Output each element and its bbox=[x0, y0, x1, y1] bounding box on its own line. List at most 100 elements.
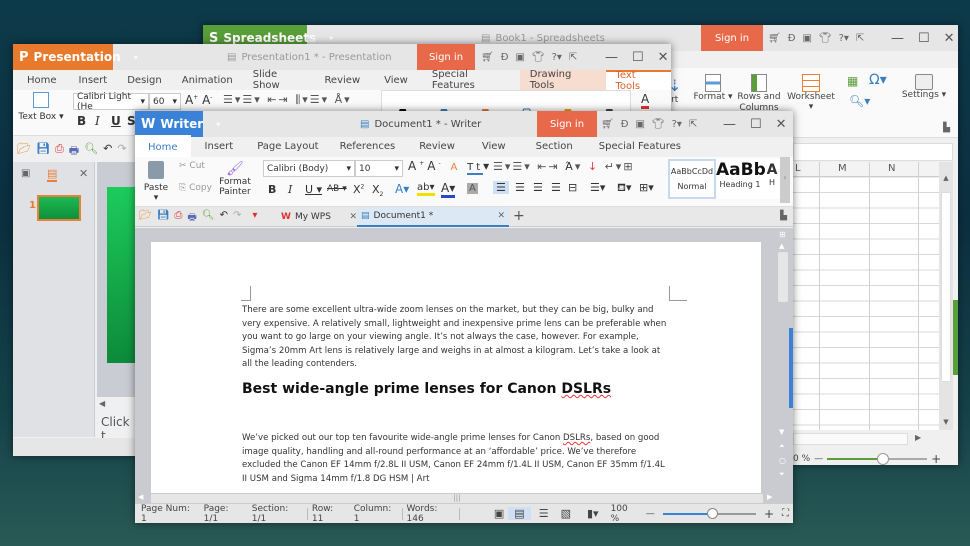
outline-view-icon[interactable]: ▣ bbox=[21, 168, 30, 179]
column-header[interactable]: N bbox=[888, 163, 895, 174]
style-heading-2[interactable]: A H bbox=[764, 159, 780, 199]
writer-sign-in-button[interactable]: Sign in bbox=[537, 111, 597, 137]
shirt-icon[interactable]: 👕︎ bbox=[532, 52, 545, 63]
close-tab-icon[interactable]: ✕ bbox=[349, 212, 357, 222]
bold-icon[interactable]: B bbox=[77, 114, 86, 128]
close-icon[interactable]: ✕ bbox=[776, 117, 787, 132]
export-icon[interactable]: ⎙ bbox=[55, 142, 64, 161]
zoom-out-icon[interactable]: — bbox=[642, 509, 659, 519]
scroll-right-icon[interactable]: ▶ bbox=[767, 493, 772, 501]
zoom-slider[interactable] bbox=[662, 507, 756, 519]
web-view-icon[interactable]: ▧ bbox=[557, 507, 575, 520]
fullscreen-view-icon[interactable]: ▣ bbox=[490, 507, 508, 520]
highlight-icon[interactable]: ab▾ bbox=[417, 182, 435, 196]
open-icon[interactable]: 📂︎ bbox=[17, 142, 31, 161]
format-button[interactable]: Format ▾ bbox=[693, 74, 733, 102]
open-icon[interactable]: 📂︎ bbox=[139, 210, 152, 227]
symbol-icon[interactable]: Ω▾ bbox=[869, 72, 887, 88]
shirt-icon[interactable]: 👕︎ bbox=[652, 119, 665, 130]
scroll-left-icon[interactable]: ◀ bbox=[138, 493, 143, 501]
char-shading-icon[interactable]: A bbox=[467, 183, 478, 194]
text-box-button[interactable]: Text Box ▾ bbox=[17, 92, 65, 122]
sheet-side-toggle[interactable] bbox=[953, 300, 958, 375]
cut-button[interactable]: ✂ Cut bbox=[179, 161, 205, 171]
spreadsheets-sign-in-button[interactable]: Sign in bbox=[701, 25, 763, 51]
outline-view-icon[interactable]: ☰ bbox=[531, 507, 557, 520]
minimize-icon[interactable]: — bbox=[891, 31, 904, 46]
print-icon[interactable]: 🖶︎ bbox=[69, 142, 79, 161]
superscript-icon[interactable]: X2 bbox=[353, 183, 364, 196]
worksheet-button[interactable]: Worksheet ▾ bbox=[787, 74, 835, 112]
status-words[interactable]: Words: 146 bbox=[403, 504, 459, 524]
horizontal-scrollbar[interactable] bbox=[793, 433, 908, 445]
slide-thumbnail[interactable] bbox=[37, 195, 81, 221]
font-color-icon[interactable]: A bbox=[641, 92, 650, 109]
styles-scroll[interactable]: › bbox=[780, 157, 790, 203]
close-tab-icon[interactable]: ✕ bbox=[497, 211, 505, 221]
presentation-app-tab[interactable]: P Presentation ▾ bbox=[13, 44, 138, 70]
paragraph-intro[interactable]: There are some excellent ultra-wide zoom… bbox=[242, 304, 672, 372]
ribbon-options-icon[interactable]: ▙ bbox=[943, 123, 950, 133]
save-icon[interactable]: 💾︎ bbox=[36, 142, 50, 161]
menu-view[interactable]: View bbox=[468, 135, 520, 157]
heading-best-lenses[interactable]: Best wide-angle prime lenses for Canon D… bbox=[242, 381, 611, 397]
zoom-slider-thumb[interactable] bbox=[706, 507, 718, 519]
style-normal[interactable]: AaBbCcDd Normal bbox=[668, 159, 716, 199]
save-icon[interactable]: 💾︎ bbox=[157, 210, 170, 227]
help-icon[interactable]: ?▾ bbox=[552, 52, 562, 63]
eye-protection-icon[interactable]: ▮▾ bbox=[583, 507, 603, 520]
a-icon[interactable]: ▣ bbox=[802, 33, 811, 44]
spreadsheets-vertical-scrollbar[interactable]: ▲ ▼ bbox=[939, 162, 953, 430]
maximize-icon[interactable]: ☐ bbox=[632, 50, 644, 65]
d-icon[interactable]: Ɖ bbox=[501, 52, 509, 63]
redo-icon[interactable]: ↷ bbox=[233, 210, 241, 227]
menu-section[interactable]: Section bbox=[520, 135, 589, 157]
new-tab-icon[interactable]: + bbox=[513, 208, 525, 224]
subscript-icon[interactable]: X2 bbox=[372, 183, 383, 198]
menu-drawing-tools[interactable]: Drawing Tools bbox=[519, 69, 606, 91]
minimize-icon[interactable]: — bbox=[605, 50, 618, 65]
strikethrough-icon[interactable]: AB ▾ bbox=[327, 184, 347, 194]
page-view-icon[interactable]: ▤ bbox=[508, 507, 531, 520]
close-panel-icon[interactable]: ✕ bbox=[79, 167, 88, 180]
d-icon[interactable]: Ɖ bbox=[621, 119, 629, 130]
zoom-in-icon[interactable]: + bbox=[931, 452, 941, 466]
slides-view-icon[interactable]: ▤ bbox=[47, 167, 58, 182]
menu-references[interactable]: References bbox=[329, 135, 407, 157]
settings-button[interactable]: Settings ▾ bbox=[901, 74, 947, 100]
export-icon[interactable]: ⎙ bbox=[174, 210, 182, 227]
zoom-slider[interactable] bbox=[827, 453, 928, 465]
align-right-icon[interactable]: ☰ bbox=[533, 181, 543, 194]
presentation-font-size[interactable]: 60 ▾ bbox=[149, 93, 181, 110]
rows-columns-button[interactable]: Rows and Columns bbox=[736, 74, 782, 114]
next-page-icon[interactable]: ⏷ bbox=[779, 470, 785, 479]
paste-button[interactable]: Paste ▾ bbox=[141, 161, 171, 203]
maximize-icon[interactable]: ☐ bbox=[750, 117, 762, 132]
writer-vertical-scrollbar[interactable]: ⊞ ▲ ▼ ⏶ ○ ⏷ bbox=[775, 228, 793, 493]
scroll-down-icon[interactable]: ▼ bbox=[939, 418, 953, 426]
menu-view[interactable]: View bbox=[370, 70, 418, 90]
writer-font-size[interactable]: 10 ▾ bbox=[355, 160, 403, 177]
bold-icon[interactable]: B bbox=[268, 183, 276, 196]
menu-home[interactable]: Home bbox=[135, 135, 191, 157]
ruler-toggle-icon[interactable]: ⊞ bbox=[779, 230, 786, 239]
side-panel-toggle[interactable] bbox=[789, 328, 793, 408]
format-painter-button[interactable]: 🖌︎ Format Painter bbox=[219, 161, 251, 197]
scroll-up-icon[interactable]: ▲ bbox=[779, 242, 784, 250]
text-effect-color-icon[interactable]: A▾ bbox=[395, 182, 409, 196]
borders-icon[interactable]: ⊞▾ bbox=[639, 181, 654, 194]
justify-icon[interactable]: ☰ bbox=[551, 181, 561, 194]
maximize-icon[interactable]: ☐ bbox=[918, 31, 930, 46]
help-icon[interactable]: ?▾ bbox=[672, 119, 682, 130]
pin-icon[interactable]: ⇱ bbox=[689, 119, 697, 130]
list-icons[interactable]: ☰▾☰▾ ⇤⇥ Ά▾ ↓ ↵▾⊞ bbox=[493, 160, 635, 173]
presentation-sign-in-button[interactable]: Sign in bbox=[417, 44, 475, 70]
prev-page-icon[interactable]: ⏶ bbox=[779, 442, 785, 451]
scroll-thumb[interactable] bbox=[941, 192, 951, 382]
italic-icon[interactable]: I bbox=[288, 183, 292, 196]
menu-design[interactable]: Design bbox=[117, 70, 172, 90]
scroll-up-icon[interactable]: ▲ bbox=[939, 174, 953, 182]
shading-icon[interactable]: ⛾▾ bbox=[617, 181, 632, 196]
select-browse-icon[interactable]: ○ bbox=[779, 456, 786, 465]
slide-notes[interactable]: Click t bbox=[97, 411, 137, 443]
